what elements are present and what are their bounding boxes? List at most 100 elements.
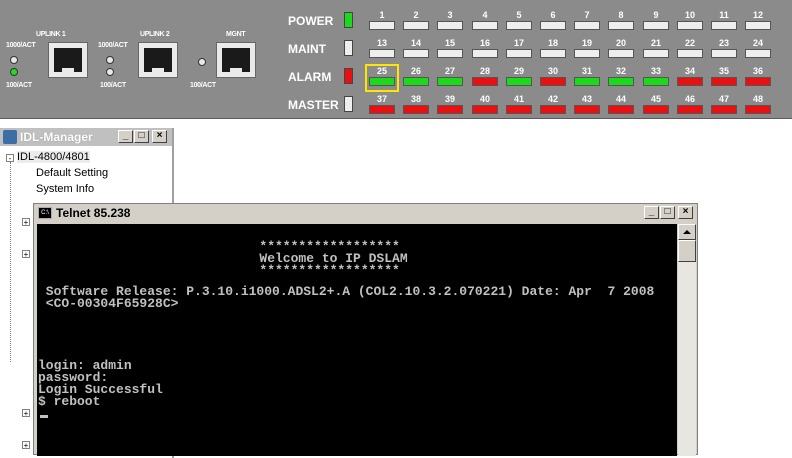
tree-expand-icon[interactable]: + [22, 441, 30, 450]
port-number-label: 39 [444, 94, 455, 104]
tree-expand-icon[interactable]: + [22, 250, 30, 259]
port-led[interactable] [711, 49, 737, 58]
port-led[interactable] [745, 77, 771, 86]
port-led[interactable] [574, 21, 600, 30]
port-led[interactable] [745, 49, 771, 58]
rj45-socket-icon [54, 48, 82, 73]
port-led[interactable] [677, 105, 703, 114]
tree-item-system-info[interactable]: System Info [36, 183, 94, 195]
tree-root-item[interactable]: IDL-4800/4801 [17, 151, 90, 163]
port-led[interactable] [540, 105, 566, 114]
uplink1-1000-led [10, 56, 18, 64]
port-number-label: 33 [650, 66, 661, 76]
port-led[interactable] [506, 21, 532, 30]
telnet-title: Telnet 85.238 [56, 206, 131, 220]
port-number-label: 4 [482, 10, 488, 20]
power-led [344, 12, 353, 28]
port-led[interactable] [437, 105, 463, 114]
close-button[interactable]: × [152, 130, 167, 143]
port-led[interactable] [745, 21, 771, 30]
port-led[interactable] [711, 77, 737, 86]
tree-expand-icon[interactable]: + [22, 218, 30, 227]
port-led[interactable] [608, 49, 634, 58]
port-led[interactable] [472, 21, 498, 30]
uplink1-100-led [10, 68, 18, 76]
port-led[interactable] [472, 105, 498, 114]
minimize-button[interactable]: _ [644, 206, 659, 219]
console-line: $ reboot [38, 394, 101, 409]
tree-collapse-icon[interactable]: - [6, 154, 14, 163]
port-led[interactable] [472, 77, 498, 86]
port-led[interactable] [403, 49, 429, 58]
scroll-up-button[interactable] [678, 224, 696, 240]
close-button[interactable]: × [678, 206, 693, 219]
tree-expand-icon[interactable]: + [22, 409, 30, 418]
port-number-label: 22 [684, 38, 695, 48]
port-led[interactable] [643, 49, 669, 58]
uplink2-label: UPLINK 2 [140, 31, 170, 38]
port-led[interactable] [643, 105, 669, 114]
port-led[interactable] [540, 77, 566, 86]
port-led[interactable] [608, 21, 634, 30]
port-led[interactable] [643, 77, 669, 86]
port-led[interactable] [506, 77, 532, 86]
mgmt-port[interactable] [216, 42, 256, 78]
port-led[interactable] [403, 21, 429, 30]
port-led[interactable] [403, 77, 429, 86]
port-led[interactable] [677, 49, 703, 58]
port-number-label: 37 [376, 94, 387, 104]
uplink2-1000-led [106, 56, 114, 64]
port-led[interactable] [506, 49, 532, 58]
maximize-button[interactable]: □ [660, 206, 675, 219]
port-led[interactable] [643, 21, 669, 30]
port-led[interactable] [437, 49, 463, 58]
port-number-label: 6 [550, 10, 556, 20]
port-number-label: 35 [718, 66, 729, 76]
uplink1-1000-act-label: 1000/ACT [6, 42, 36, 49]
port-led[interactable] [506, 105, 532, 114]
uplink1-port[interactable] [48, 42, 88, 78]
port-led[interactable] [369, 21, 395, 30]
port-led[interactable] [677, 77, 703, 86]
port-number-label: 40 [479, 94, 490, 104]
port-led[interactable] [437, 77, 463, 86]
port-number-label: 23 [718, 38, 729, 48]
minimize-button[interactable]: _ [118, 130, 133, 143]
port-led[interactable] [403, 105, 429, 114]
mgmt-label: MGNT [226, 31, 246, 38]
port-led[interactable] [437, 21, 463, 30]
port-led[interactable] [472, 49, 498, 58]
port-number-label: 28 [479, 66, 490, 76]
idl-manager-title: IDL-Manager [20, 130, 93, 144]
port-led[interactable] [745, 105, 771, 114]
port-led[interactable] [677, 21, 703, 30]
scroll-thumb[interactable] [678, 240, 696, 262]
port-number-label: 36 [752, 66, 763, 76]
tree-item-default-setting[interactable]: Default Setting [36, 167, 108, 179]
maint-led [344, 40, 353, 56]
vertical-scrollbar[interactable] [678, 224, 696, 456]
maximize-button[interactable]: □ [134, 130, 149, 143]
port-led[interactable] [608, 105, 634, 114]
port-led[interactable] [574, 77, 600, 86]
port-led[interactable] [711, 21, 737, 30]
selected-port-highlight [365, 64, 399, 92]
port-led[interactable] [369, 105, 395, 114]
telnet-console[interactable]: ****************** Welcome to IP DSLAM *… [37, 224, 677, 456]
port-led[interactable] [574, 49, 600, 58]
port-number-label: 41 [513, 94, 524, 104]
uplink2-port[interactable] [138, 42, 178, 78]
telnet-titlebar[interactable]: C:\ Telnet 85.238 _ □ × [34, 204, 697, 223]
port-number-label: 43 [581, 94, 592, 104]
port-led[interactable] [711, 105, 737, 114]
port-led[interactable] [574, 105, 600, 114]
port-number-label: 1 [379, 10, 385, 20]
port-number-label: 20 [615, 38, 626, 48]
port-led[interactable] [540, 49, 566, 58]
port-led[interactable] [608, 77, 634, 86]
port-led[interactable] [540, 21, 566, 30]
port-number-label: 27 [444, 66, 455, 76]
port-led[interactable] [369, 49, 395, 58]
idl-manager-titlebar[interactable]: IDL-Manager _ □ × [0, 128, 172, 146]
port-number-label: 45 [650, 94, 661, 104]
